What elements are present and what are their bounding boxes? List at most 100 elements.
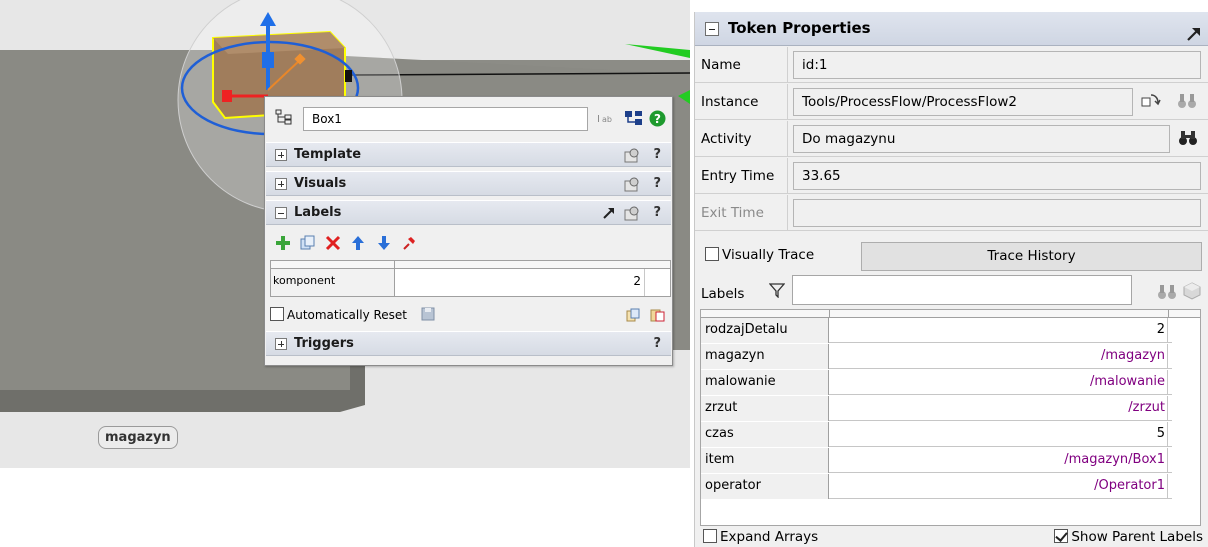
- label-value-cell[interactable]: 2: [830, 318, 1168, 343]
- name-field[interactable]: id:1: [793, 51, 1201, 79]
- settings-icon[interactable]: [623, 206, 641, 230]
- collapse-icon[interactable]: [705, 22, 719, 36]
- object-name-field[interactable]: Box1: [303, 107, 588, 131]
- table-row[interactable]: magazyn/magazyn: [701, 344, 1172, 369]
- activity-field[interactable]: Do magazynu: [793, 125, 1170, 153]
- auto-reset-checkbox[interactable]: [270, 307, 284, 321]
- object-tree-icon: [275, 109, 293, 125]
- panel-title: Token Properties: [728, 19, 871, 37]
- exit-time-field[interactable]: [793, 199, 1201, 227]
- paste-labels-icon[interactable]: [650, 309, 666, 326]
- copy-paste-icons: [626, 308, 666, 326]
- table-row[interactable]: zrzut/zrzut: [701, 396, 1172, 421]
- section-help-icon[interactable]: ?: [653, 332, 661, 356]
- expand-arrays-checkbox[interactable]: [703, 529, 717, 543]
- popout-arrow-icon[interactable]: [602, 205, 616, 229]
- token-properties-panel: Token Properties Name id:1 Instance Tool…: [694, 12, 1208, 547]
- visually-trace-option[interactable]: Visually Trace: [705, 247, 814, 263]
- label-name-cell[interactable]: komponent: [271, 269, 395, 296]
- filter-icon[interactable]: [768, 283, 786, 302]
- field-row-activity: Activity Do magazynu: [695, 121, 1208, 157]
- save-icon[interactable]: [421, 307, 435, 321]
- floor-object-label[interactable]: magazyn: [98, 426, 178, 449]
- flow-arrow: [625, 44, 690, 58]
- label-value-cell[interactable]: /magazyn/Box1: [830, 448, 1168, 473]
- tree-view-icon[interactable]: [625, 110, 643, 130]
- settings-icon[interactable]: [623, 148, 641, 172]
- delete-label-icon[interactable]: [325, 235, 341, 251]
- label-value-cell[interactable]: 5: [830, 422, 1168, 447]
- table-row[interactable]: czas 5: [701, 422, 1172, 447]
- name-label: Name: [701, 57, 741, 73]
- label-name-cell[interactable]: operator: [701, 474, 829, 499]
- move-down-icon[interactable]: [376, 235, 392, 251]
- label-value-cell[interactable]: 2: [395, 269, 645, 296]
- auto-reset-option[interactable]: Automatically Reset: [270, 307, 435, 325]
- labels-toolbar: [275, 235, 422, 253]
- section-triggers-label: Triggers: [294, 336, 354, 351]
- help-icon[interactable]: ?: [649, 110, 666, 131]
- copy-label-icon[interactable]: [300, 235, 316, 251]
- visually-trace-checkbox[interactable]: [705, 247, 719, 261]
- auto-reset-label: Automatically Reset: [287, 308, 407, 322]
- show-parent-labels-label: Show Parent Labels: [1071, 529, 1203, 545]
- cube-icon[interactable]: [1183, 282, 1201, 304]
- token-properties-header[interactable]: Token Properties: [695, 12, 1208, 46]
- section-visuals[interactable]: Visuals ?: [266, 171, 671, 196]
- move-up-icon[interactable]: [350, 235, 366, 251]
- label-value-cell[interactable]: /zrzut: [830, 396, 1168, 421]
- expand-arrays-label: Expand Arrays: [720, 529, 819, 545]
- binoculars-icon[interactable]: [1177, 92, 1197, 114]
- grid-options-row: Expand Arrays Show Parent Labels: [695, 527, 1208, 547]
- trace-history-button[interactable]: Trace History: [861, 242, 1202, 271]
- binoculars-icon[interactable]: [1157, 283, 1177, 305]
- show-parent-labels-checkbox[interactable]: [1054, 529, 1069, 543]
- collapse-icon[interactable]: [275, 207, 287, 219]
- table-row[interactable]: malowanie/malowanie: [701, 370, 1172, 395]
- section-template-label: Template: [294, 147, 362, 162]
- pin-icon[interactable]: [401, 235, 417, 251]
- field-row-instance: Instance Tools/ProcessFlow/ProcessFlow2: [695, 84, 1208, 120]
- section-labels[interactable]: Labels ?: [266, 200, 671, 225]
- entry-time-field[interactable]: 33.65: [793, 162, 1201, 190]
- sampler-icon[interactable]: [1141, 92, 1161, 114]
- show-parent-labels-option[interactable]: Show Parent Labels: [1054, 529, 1203, 545]
- settings-icon[interactable]: [623, 177, 641, 201]
- labels-label: Labels: [701, 286, 745, 302]
- label-name-cell[interactable]: item: [701, 448, 829, 473]
- expand-icon[interactable]: [275, 178, 287, 190]
- svg-text:I: I: [597, 114, 600, 125]
- label-name-cell[interactable]: zrzut: [701, 396, 829, 421]
- token-labels-grid: rodzajDetalu 2 magazyn/magazyn malowanie /…: [700, 309, 1201, 526]
- grid-header: [701, 310, 1200, 318]
- labels-filter-input[interactable]: [792, 275, 1132, 305]
- copy-labels-icon[interactable]: [626, 308, 642, 326]
- section-help-icon[interactable]: ?: [653, 143, 661, 167]
- labels-table: komponent 2: [270, 260, 671, 297]
- section-help-icon[interactable]: ?: [653, 172, 661, 196]
- add-label-icon[interactable]: [275, 235, 291, 251]
- label-name-cell[interactable]: malowanie: [701, 370, 829, 395]
- label-value-cell[interactable]: /Operator1: [830, 474, 1168, 499]
- expand-arrays-option[interactable]: Expand Arrays: [703, 529, 818, 545]
- binoculars-icon[interactable]: [1178, 129, 1198, 151]
- entry-time-label: Entry Time: [701, 168, 775, 184]
- table-row[interactable]: item/magazyn/Box1: [701, 448, 1172, 473]
- label-name-cell[interactable]: rodzajDetalu: [701, 318, 829, 343]
- label-value-cell[interactable]: /magazyn: [830, 344, 1168, 369]
- text-label-icon[interactable]: Iab: [597, 110, 615, 130]
- label-value-cell[interactable]: /malowanie: [830, 370, 1168, 395]
- table-row[interactable]: rodzajDetalu 2: [701, 318, 1172, 343]
- label-name-cell[interactable]: magazyn: [701, 344, 829, 369]
- expand-icon[interactable]: [275, 149, 287, 161]
- section-template[interactable]: Template ?: [266, 142, 671, 167]
- labels-table-header: [271, 261, 670, 269]
- instance-field[interactable]: Tools/ProcessFlow/ProcessFlow2: [793, 88, 1133, 116]
- svg-text:?: ?: [654, 112, 661, 126]
- quick-properties-popup: Box1 Iab ? Template ? Visuals ? Labels ?: [264, 96, 673, 366]
- section-triggers[interactable]: Triggers ?: [266, 331, 671, 356]
- label-name-cell[interactable]: czas: [701, 422, 829, 447]
- section-help-icon[interactable]: ?: [653, 201, 661, 225]
- expand-icon[interactable]: [275, 338, 287, 350]
- table-row[interactable]: operator/Operator1: [701, 474, 1172, 499]
